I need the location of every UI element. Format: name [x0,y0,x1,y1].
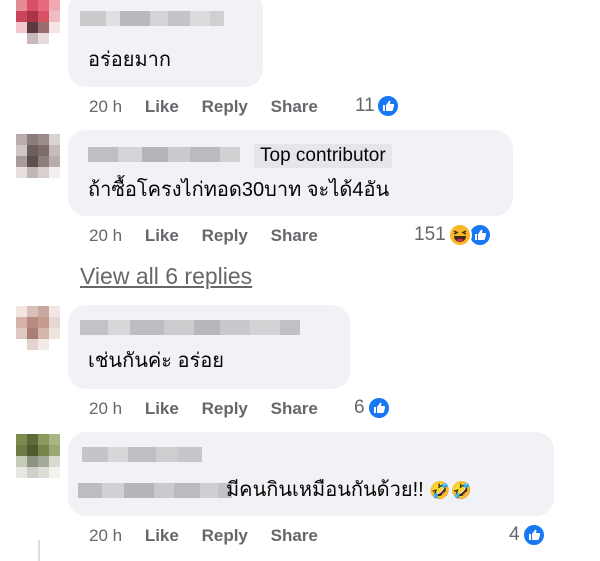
share-button[interactable]: Share [271,399,318,418]
comment-actions: 20 h Like Reply Share [89,399,318,419]
commenter-name-redacted[interactable] [82,446,202,464]
reaction-summary[interactable]: 6 [354,396,391,420]
reaction-summary[interactable]: 151 [414,223,492,247]
view-all-replies-link[interactable]: View all 6 replies [80,263,252,290]
comment-text-content: มีคนกินเหมือนกันด้วย!! [226,479,424,501]
reaction-count: 11 [355,95,375,116]
like-button[interactable]: Like [145,226,179,245]
share-button[interactable]: Share [271,526,318,545]
share-button[interactable]: Share [271,97,318,116]
comment-time[interactable]: 20 h [89,226,122,245]
top-contributor-badge: Top contributor [254,144,392,168]
comment-bubble: มีคนกินเหมือนกันด้วย!! 🤣🤣 [68,432,554,516]
comment-text: ถ้าซื้อโครงไก่ทอด30บาท จะได้4อัน [88,179,390,201]
reply-button[interactable]: Reply [202,399,248,418]
avatar[interactable] [16,134,60,178]
like-icon [521,523,546,547]
avatar[interactable] [16,0,60,44]
reply-button[interactable]: Reply [202,226,248,245]
haha-icon [447,223,472,247]
reaction-count: 151 [414,224,446,245]
reaction-count: 6 [354,397,365,418]
avatar[interactable] [16,434,60,478]
reaction-count: 4 [509,524,520,545]
like-button[interactable]: Like [145,526,179,545]
like-button[interactable]: Like [145,97,179,116]
commenter-name-redacted[interactable] [80,319,300,337]
mentioned-name-redacted[interactable] [78,482,232,500]
reaction-summary[interactable]: 11 [355,94,400,118]
like-icon [375,94,400,118]
thread-line [38,540,40,561]
comment-time[interactable]: 20 h [89,526,122,545]
commenter-name-redacted[interactable] [80,10,224,28]
reaction-summary[interactable]: 4 [509,523,546,547]
comment-actions: 20 h Like Reply Share [89,226,318,246]
comment-bubble: อร่อยมาก [68,0,263,87]
like-button[interactable]: Like [145,399,179,418]
commenter-name-redacted[interactable] [88,146,240,164]
comment-bubble: เช่นกันค่ะ อร่อย [68,305,350,389]
comment-text: เช่นกันค่ะ อร่อย [88,350,225,372]
comment-text: มีคนกินเหมือนกันด้วย!! 🤣🤣 [226,478,472,503]
reply-button[interactable]: Reply [202,97,248,116]
avatar[interactable] [16,306,60,350]
reply-button[interactable]: Reply [202,526,248,545]
comment-time[interactable]: 20 h [89,97,122,116]
comment-actions: 20 h Like Reply Share [89,97,318,117]
comment-bubble: Top contributor ถ้าซื้อโครงไก่ทอด30บาท จ… [68,130,513,216]
comment-actions: 20 h Like Reply Share [89,526,318,546]
share-button[interactable]: Share [271,226,318,245]
rofl-emoji-icon: 🤣🤣 [429,481,472,500]
comment-time[interactable]: 20 h [89,399,122,418]
like-icon [366,396,391,420]
comment-text: อร่อยมาก [88,49,172,71]
